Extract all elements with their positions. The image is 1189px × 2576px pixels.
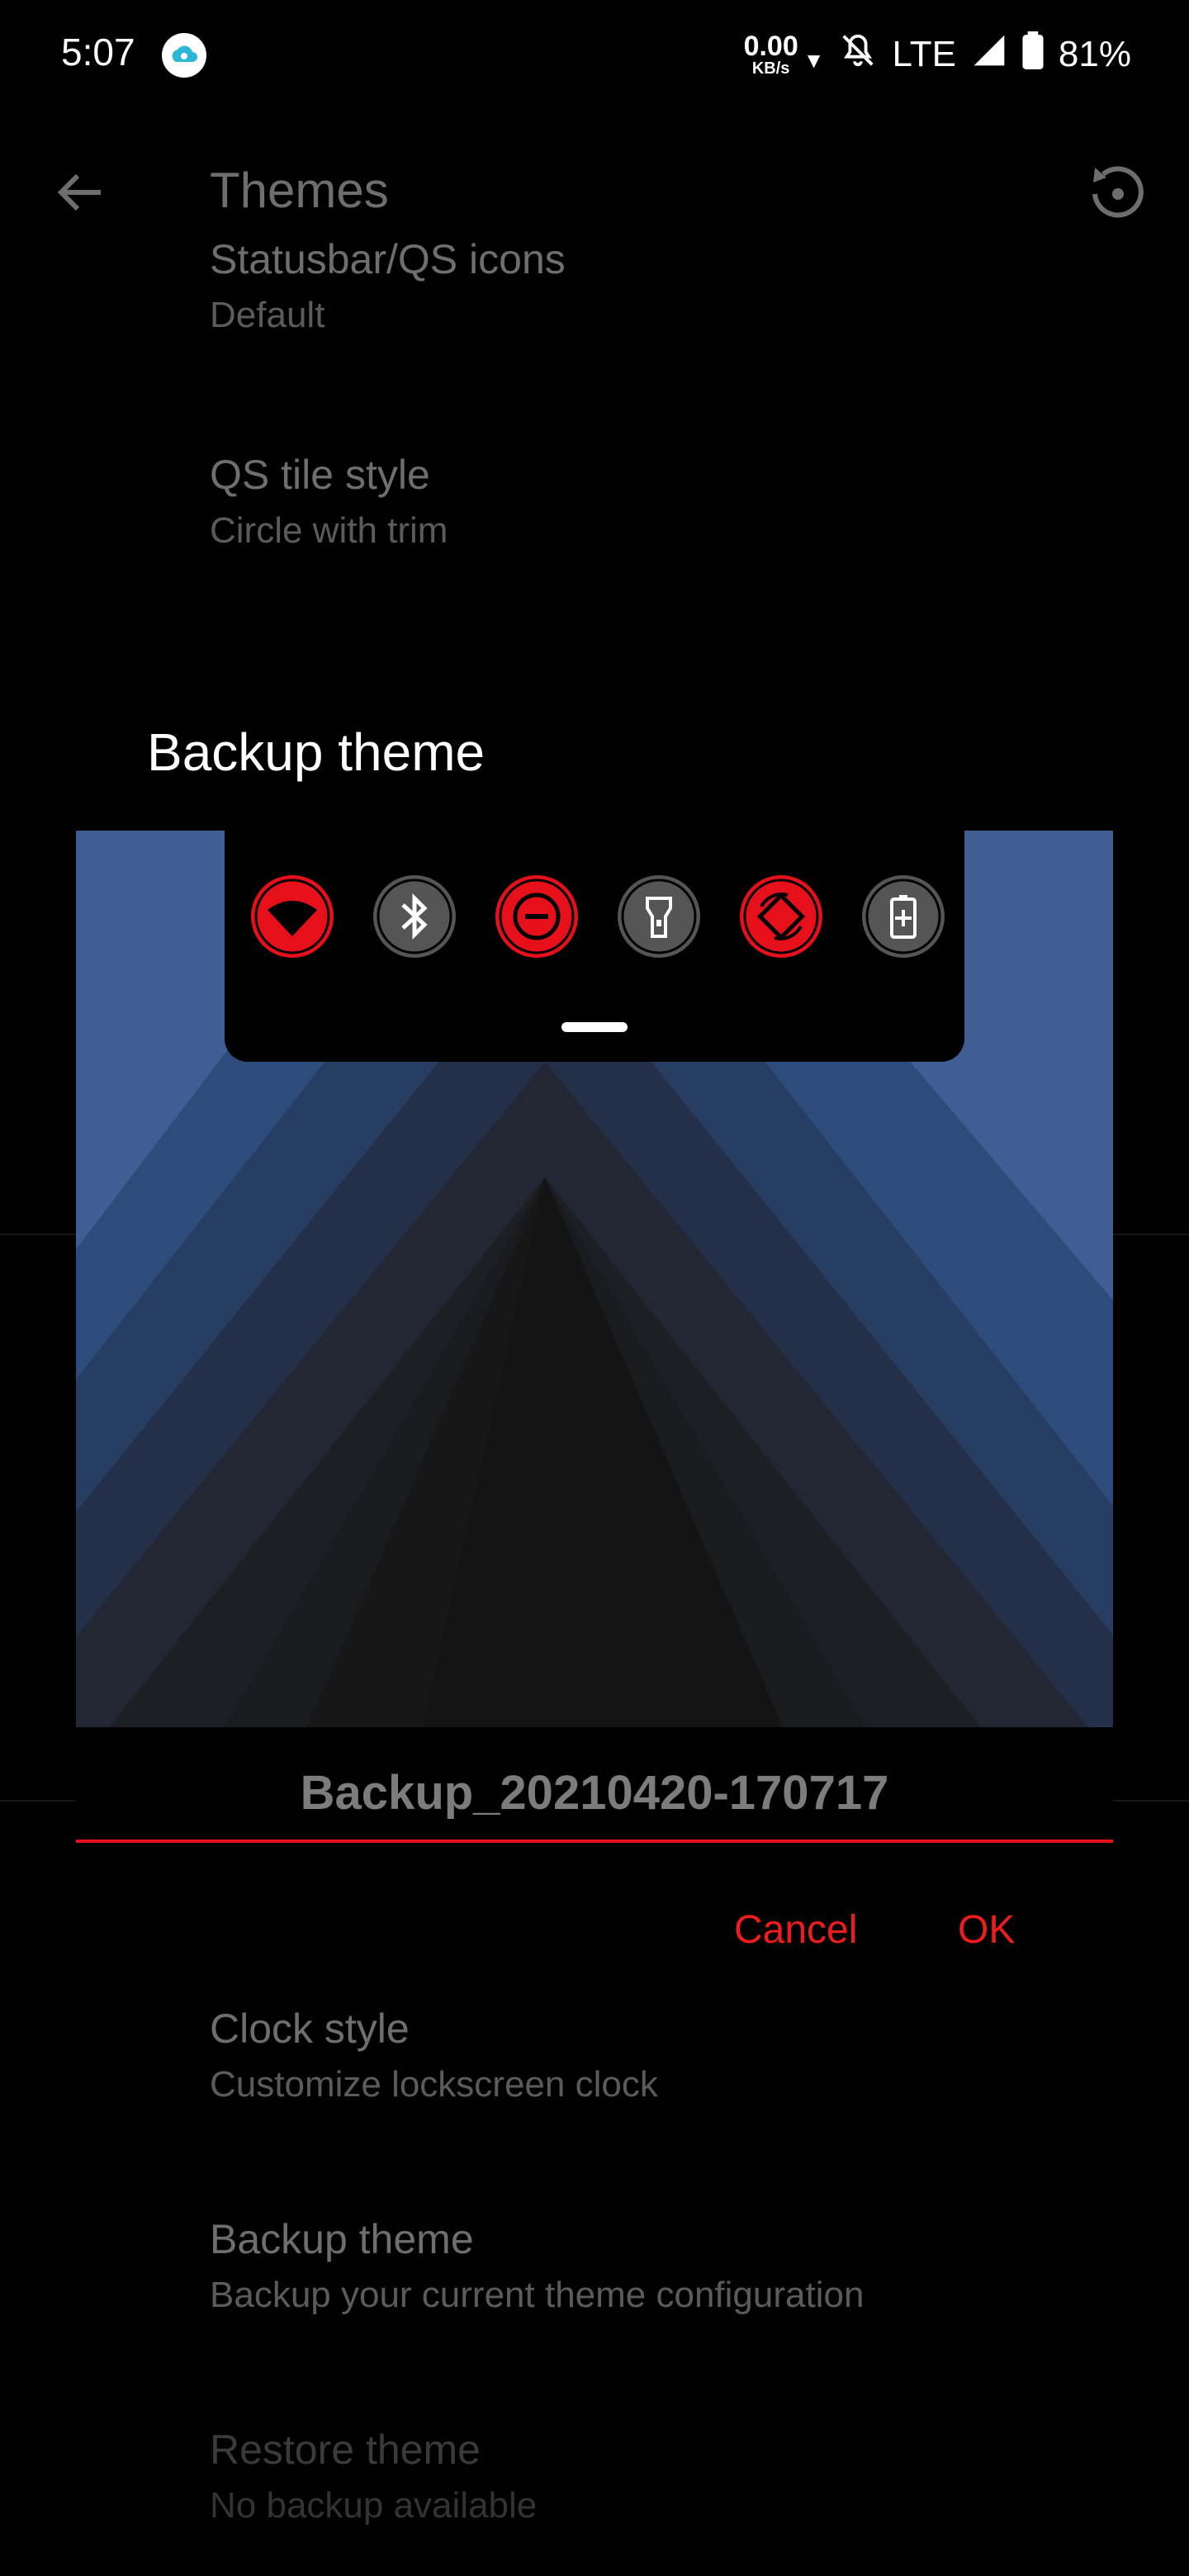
bluetooth-icon [373, 875, 456, 958]
qs-tile-dnd[interactable] [494, 874, 580, 959]
net-speed: 0.00 KB/s [744, 32, 798, 77]
theme-preview [76, 831, 1113, 1727]
mute-bell-icon [839, 31, 877, 78]
quick-settings-panel [225, 831, 964, 1062]
toolbar: Themes [0, 132, 1189, 248]
setting-summary: Backup your current theme configuration [210, 2275, 865, 2315]
setting-summary: Default [210, 295, 325, 335]
net-speed-value: 0.00 [743, 31, 798, 62]
dnd-icon [495, 875, 578, 958]
status-icons: 0.00 KB/s ▼ LTE 81% [744, 30, 1131, 79]
status-time: 5:07 [61, 31, 135, 73]
arrow-left-icon [57, 173, 101, 211]
page-title: Themes [210, 163, 389, 218]
setting-statusbar-icons[interactable]: Statusbar/QS icons Default [210, 235, 566, 336]
ok-button[interactable]: OK [958, 1907, 1015, 1953]
wifi-icon [251, 875, 334, 958]
battery-percent: 81% [1058, 34, 1131, 74]
setting-title: QS tile style [210, 452, 430, 498]
setting-title: Backup theme [210, 2216, 474, 2262]
setting-summary: Circle with trim [210, 510, 448, 551]
dialog-title: Backup theme [147, 722, 486, 782]
setting-backup-theme[interactable]: Backup theme Backup your current theme c… [210, 2215, 864, 2316]
restore-defaults-button[interactable] [1077, 153, 1156, 232]
setting-summary: No backup available [210, 2485, 538, 2526]
setting-clock-style[interactable]: Clock style Customize lockscreen clock [210, 2005, 658, 2105]
back-button[interactable] [41, 153, 121, 232]
setting-title: Restore theme [210, 2427, 481, 2473]
backup-theme-dialog: Backup theme Backup_20210420-170717 Canc… [76, 694, 1113, 1957]
qs-tile-battery-saver[interactable] [860, 874, 946, 959]
cloud-app-icon [162, 33, 206, 78]
backup-name-input[interactable]: Backup_20210420-170717 [76, 1727, 1113, 1843]
network-type: LTE [892, 34, 956, 74]
setting-title: Clock style [210, 2005, 410, 2052]
qs-tile-flashlight[interactable] [616, 874, 702, 959]
battery-icon [1022, 31, 1044, 78]
qs-drag-handle[interactable] [561, 1022, 628, 1032]
qs-tile-wifi[interactable] [249, 874, 335, 959]
qs-tile-auto-rotate[interactable] [738, 874, 824, 959]
history-icon [1092, 166, 1144, 218]
setting-title: Statusbar/QS icons [210, 236, 566, 282]
net-speed-unit: KB/s [751, 59, 790, 78]
auto-rotate-icon [740, 875, 822, 958]
setting-summary: Customize lockscreen clock [210, 2064, 658, 2105]
setting-restore-theme: Restore theme No backup available [210, 2426, 537, 2526]
battery-saver-icon [862, 875, 945, 958]
signal-icon [971, 32, 1007, 78]
flashlight-icon [618, 875, 700, 958]
qs-tile-bluetooth[interactable] [372, 874, 457, 959]
setting-qs-tile-style[interactable]: QS tile style Circle with trim [210, 451, 448, 552]
status-bar: 5:07 0.00 KB/s ▼ LTE 81% [0, 0, 1189, 116]
cancel-button[interactable]: Cancel [734, 1907, 857, 1953]
download-arrow-icon: ▼ [803, 47, 825, 73]
